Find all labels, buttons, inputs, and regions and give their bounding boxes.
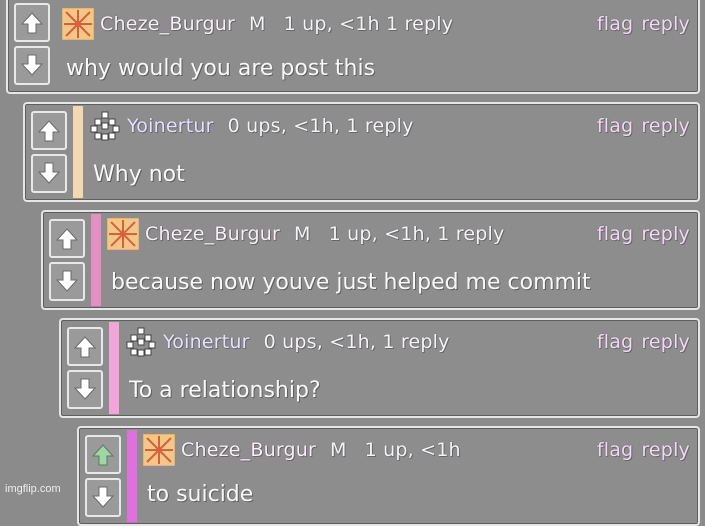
gender-label: M <box>330 439 347 461</box>
arrow-up-icon <box>55 227 79 250</box>
comment-header: Cheze_Burgur M 1 up, <1h flag reply <box>143 428 690 472</box>
downvote-button[interactable] <box>85 478 121 517</box>
gender-label: M <box>249 13 266 35</box>
comment: Yoinertur 0 ups, <1h, 1 reply flag reply… <box>59 318 700 418</box>
comment: Cheze_Burgur M 1 up, <1h, 1 reply flag r… <box>41 210 700 310</box>
watermark: imgflip.com <box>5 483 61 495</box>
gender-label: M <box>294 223 311 245</box>
comment: Cheze_Burgur M 1 up, <1h flag reply to s… <box>77 426 700 526</box>
comment-meta: 1 up, <1h, 1 reply <box>328 223 505 245</box>
username-link[interactable]: Cheze_Burgur <box>181 439 316 461</box>
comment-body: to suicide <box>147 482 254 507</box>
comment-body: why would you are post this <box>66 56 376 81</box>
reply-link[interactable]: reply <box>641 439 690 461</box>
vote-controls <box>8 0 54 92</box>
thread-depth-stripe <box>73 106 83 198</box>
arrow-up-icon <box>20 11 44 34</box>
comment-meta: 0 ups, <1h, 1 reply <box>227 115 414 137</box>
upvote-button[interactable] <box>85 435 121 474</box>
flag-link[interactable]: flag <box>597 223 633 245</box>
avatar[interactable] <box>107 218 139 250</box>
upvote-button[interactable] <box>14 3 50 42</box>
vote-controls <box>25 104 71 200</box>
flag-link[interactable]: flag <box>597 331 633 353</box>
comment-header: Yoinertur 0 ups, <1h, 1 reply flag reply <box>125 320 690 364</box>
comment-body: To a relationship? <box>129 378 321 403</box>
flag-link[interactable]: flag <box>597 13 633 35</box>
avatar[interactable] <box>125 326 157 358</box>
username-link[interactable]: Cheze_Burgur <box>100 13 235 35</box>
arrow-up-icon <box>37 119 61 142</box>
avatar[interactable] <box>62 8 94 40</box>
comment-meta: 1 up, <1h <box>364 439 461 461</box>
comment: Cheze_Burgur M 1 up, <1h 1 reply flag re… <box>6 0 700 94</box>
username-link[interactable]: Yoinertur <box>163 331 250 353</box>
upvote-button[interactable] <box>67 327 103 366</box>
downvote-button[interactable] <box>49 262 85 301</box>
reply-link[interactable]: reply <box>641 13 690 35</box>
comment-body: because now youve just helped me commit <box>111 270 591 295</box>
flag-link[interactable]: flag <box>597 115 633 137</box>
comment-meta: 0 ups, <1h, 1 reply <box>263 331 450 353</box>
downvote-button[interactable] <box>31 154 67 193</box>
thread-depth-stripe <box>127 430 137 522</box>
arrow-up-icon <box>73 335 97 358</box>
username-link[interactable]: Cheze_Burgur <box>145 223 280 245</box>
avatar[interactable] <box>89 110 121 142</box>
arrow-down-icon <box>55 270 79 293</box>
comment-body: Why not <box>93 162 185 187</box>
vote-controls <box>43 212 89 308</box>
comment-meta: 1 up, <1h 1 reply <box>283 13 454 35</box>
arrow-down-icon <box>20 54 44 77</box>
avatar[interactable] <box>143 434 175 466</box>
comment-header: Cheze_Burgur M 1 up, <1h, 1 reply flag r… <box>107 212 690 256</box>
upvote-button[interactable] <box>31 111 67 150</box>
reply-link[interactable]: reply <box>641 331 690 353</box>
downvote-button[interactable] <box>14 46 50 85</box>
vote-controls <box>79 428 125 524</box>
reply-link[interactable]: reply <box>641 115 690 137</box>
arrow-down-icon <box>37 162 61 185</box>
arrow-down-icon <box>91 486 115 509</box>
thread-depth-stripe <box>91 214 101 306</box>
comment-header: Cheze_Burgur M 1 up, <1h 1 reply flag re… <box>62 2 690 46</box>
vote-controls <box>61 320 107 416</box>
reply-link[interactable]: reply <box>641 223 690 245</box>
thread-depth-stripe <box>109 322 119 414</box>
username-link[interactable]: Yoinertur <box>127 115 214 137</box>
comment-header: Yoinertur 0 ups, <1h, 1 reply flag reply <box>89 104 690 148</box>
downvote-button[interactable] <box>67 370 103 409</box>
upvote-button[interactable] <box>49 219 85 258</box>
arrow-up-icon <box>91 443 115 466</box>
arrow-down-icon <box>73 378 97 401</box>
flag-link[interactable]: flag <box>597 439 633 461</box>
comment: Yoinertur 0 ups, <1h, 1 reply flag reply… <box>23 102 700 202</box>
